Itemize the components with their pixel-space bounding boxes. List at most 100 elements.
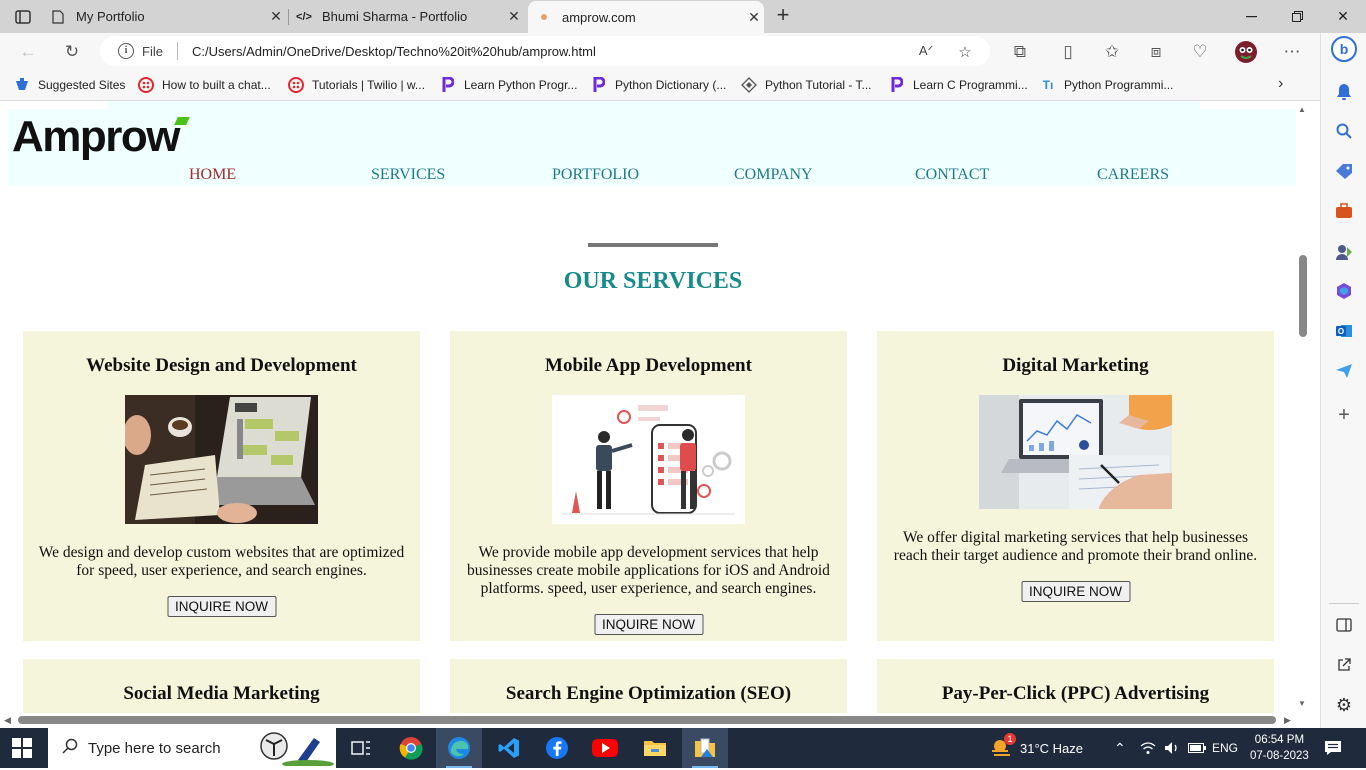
favorite-label: Python Programmi... bbox=[1064, 78, 1174, 92]
vscode-icon[interactable] bbox=[486, 728, 532, 768]
network-icon[interactable] bbox=[1140, 728, 1156, 768]
facebook-icon[interactable] bbox=[534, 728, 580, 768]
favorite-learn-c[interactable]: Learn C Programmi... bbox=[889, 76, 1028, 94]
battery-icon[interactable] bbox=[1188, 728, 1206, 768]
refresh-icon[interactable]: ↻ bbox=[58, 39, 86, 65]
profile-avatar[interactable] bbox=[1232, 39, 1260, 65]
more-menu-icon[interactable]: ⋯ bbox=[1278, 39, 1306, 65]
minimize-icon[interactable] bbox=[1228, 0, 1274, 33]
taskbar-search-box[interactable]: Type here to search bbox=[48, 728, 336, 768]
notifications-icon[interactable] bbox=[1324, 728, 1342, 768]
programiz-icon bbox=[591, 77, 607, 93]
favorite-star-icon[interactable]: ☆ bbox=[955, 43, 975, 61]
clock[interactable]: 06:54 PM 07-08-2023 bbox=[1250, 728, 1309, 768]
scroll-left-icon[interactable]: ◀ bbox=[4, 715, 11, 726]
settings-gear-icon[interactable]: ⚙ bbox=[1330, 691, 1358, 719]
file-manager-icon[interactable] bbox=[682, 728, 728, 768]
favorite-twilio-tutorials[interactable]: Tutorials | Twilio | w... bbox=[288, 76, 425, 94]
tab-title: Bhumi Sharma - Portfolio bbox=[322, 9, 468, 24]
extensions-icon[interactable]: ⧉ bbox=[1006, 39, 1034, 65]
show-hidden-icons[interactable]: ⌃ bbox=[1114, 728, 1126, 768]
chevron-right-icon[interactable]: › bbox=[1278, 75, 1283, 93]
site-logo[interactable]: Amprow bbox=[12, 113, 181, 161]
nav-home[interactable]: HOME bbox=[189, 166, 236, 184]
favorite-chat-tutorial[interactable]: How to built a chat... bbox=[138, 76, 271, 94]
games-icon[interactable] bbox=[1330, 238, 1358, 266]
favorites-icon[interactable]: ✩ bbox=[1098, 39, 1126, 65]
tab-amprow[interactable]: amprow.com ✕ bbox=[528, 1, 764, 33]
nav-careers[interactable]: CAREERS bbox=[1097, 166, 1169, 184]
favorite-learn-python[interactable]: Learn Python Progr... bbox=[440, 76, 577, 94]
sidebar-divider bbox=[1329, 603, 1359, 604]
vertical-scrollbar[interactable]: ▲ ▼ bbox=[1296, 101, 1310, 713]
address-bar[interactable]: i File C:/Users/Admin/OneDrive/Desktop/T… bbox=[100, 36, 990, 66]
close-icon[interactable]: ✕ bbox=[744, 9, 764, 26]
nav-company[interactable]: COMPANY bbox=[734, 166, 813, 184]
shopping-tag-icon[interactable] bbox=[1330, 157, 1358, 185]
scheme-label: File bbox=[142, 43, 163, 59]
weather-widget[interactable]: 1 31°C Haze bbox=[990, 728, 1083, 768]
scroll-up-icon[interactable]: ▲ bbox=[1298, 105, 1306, 114]
search-icon[interactable] bbox=[1330, 117, 1358, 145]
tab-bhumi-portfolio[interactable]: </> Bhumi Sharma - Portfolio ✕ bbox=[296, 0, 524, 33]
bing-chat-icon[interactable]: b bbox=[1330, 35, 1358, 63]
windows-taskbar: Type here to search 1 31°C Haze ⌃ ENG 06… bbox=[0, 728, 1366, 768]
volume-icon[interactable] bbox=[1164, 728, 1180, 768]
scroll-down-icon[interactable]: ▼ bbox=[1298, 699, 1306, 708]
new-tab-icon[interactable]: + bbox=[772, 4, 794, 27]
page-icon bbox=[50, 9, 66, 25]
send-icon[interactable] bbox=[1330, 357, 1358, 385]
close-window-icon[interactable]: ✕ bbox=[1320, 0, 1366, 33]
site-header: Amprow HOME SERVICES PORTFOLIO COMPANY C… bbox=[8, 109, 1296, 185]
tools-icon[interactable] bbox=[1330, 197, 1358, 225]
nav-services[interactable]: SERVICES bbox=[371, 166, 445, 184]
service-card-digital-marketing: Digital Marketing We offer digital marke… bbox=[877, 331, 1274, 641]
favorite-suggested-sites[interactable]: Suggested Sites bbox=[14, 76, 125, 94]
close-icon[interactable]: ✕ bbox=[504, 8, 524, 25]
url-text[interactable]: C:/Users/Admin/OneDrive/Desktop/Techno%2… bbox=[192, 44, 596, 59]
horizontal-scroll-thumb[interactable] bbox=[18, 716, 1276, 724]
restore-icon[interactable] bbox=[1274, 0, 1320, 33]
sidebar-panel-icon[interactable] bbox=[1330, 611, 1358, 639]
close-icon[interactable]: ✕ bbox=[266, 8, 286, 25]
tab-title: amprow.com bbox=[562, 9, 636, 25]
read-aloud-icon[interactable]: Aᐟ bbox=[916, 43, 936, 61]
favorite-python-programming[interactable]: Tı Python Programmi... bbox=[1040, 76, 1174, 94]
horizontal-scrollbar[interactable]: ◀ ▶ bbox=[0, 713, 1310, 728]
back-icon[interactable]: ← bbox=[14, 39, 42, 65]
inquire-now-button[interactable]: INQUIRE NOW bbox=[594, 614, 703, 635]
file-explorer-icon[interactable] bbox=[632, 728, 678, 768]
bell-icon[interactable] bbox=[1330, 78, 1358, 106]
info-icon[interactable]: i bbox=[118, 43, 134, 59]
performance-icon[interactable]: ♡ bbox=[1186, 39, 1214, 65]
card-description: We offer digital marketing services that… bbox=[893, 529, 1258, 564]
collections-icon[interactable]: ⧈ bbox=[1142, 39, 1170, 65]
add-icon[interactable]: + bbox=[1330, 401, 1358, 429]
card-title: Pay-Per-Click (PPC) Advertising bbox=[941, 683, 1210, 704]
card-title: Mobile App Development bbox=[545, 355, 752, 376]
svg-text:O: O bbox=[1338, 327, 1344, 336]
office-icon[interactable] bbox=[1330, 277, 1358, 305]
nav-portfolio[interactable]: PORTFOLIO bbox=[552, 166, 639, 184]
search-icon bbox=[62, 738, 78, 758]
language-indicator[interactable]: ENG bbox=[1212, 728, 1238, 768]
windows-start-icon[interactable] bbox=[12, 738, 32, 758]
service-card-ppc: Pay-Per-Click (PPC) Advertising bbox=[877, 659, 1274, 713]
tab-my-portfolio[interactable]: My Portfolio ✕ bbox=[50, 0, 286, 33]
tab-actions-icon[interactable] bbox=[6, 5, 40, 29]
outlook-icon[interactable]: O bbox=[1330, 317, 1358, 345]
favorite-python-dictionary[interactable]: Python Dictionary (... bbox=[591, 76, 726, 94]
favorite-python-tutorial[interactable]: Python Tutorial - T... bbox=[741, 76, 872, 94]
nav-contact[interactable]: CONTACT bbox=[915, 166, 989, 184]
edge-browser-icon[interactable] bbox=[436, 728, 482, 768]
inquire-now-button[interactable]: INQUIRE NOW bbox=[1021, 581, 1130, 602]
vertical-scroll-thumb[interactable] bbox=[1299, 255, 1307, 337]
split-screen-icon[interactable]: ▯ bbox=[1054, 39, 1082, 65]
youtube-icon[interactable] bbox=[582, 728, 628, 768]
scroll-right-icon[interactable]: ▶ bbox=[1284, 715, 1291, 726]
favorite-label: Suggested Sites bbox=[38, 78, 126, 92]
external-link-icon[interactable] bbox=[1330, 651, 1358, 679]
task-view-icon[interactable] bbox=[338, 728, 384, 768]
chrome-icon[interactable] bbox=[388, 728, 434, 768]
inquire-now-button[interactable]: INQUIRE NOW bbox=[167, 596, 276, 617]
